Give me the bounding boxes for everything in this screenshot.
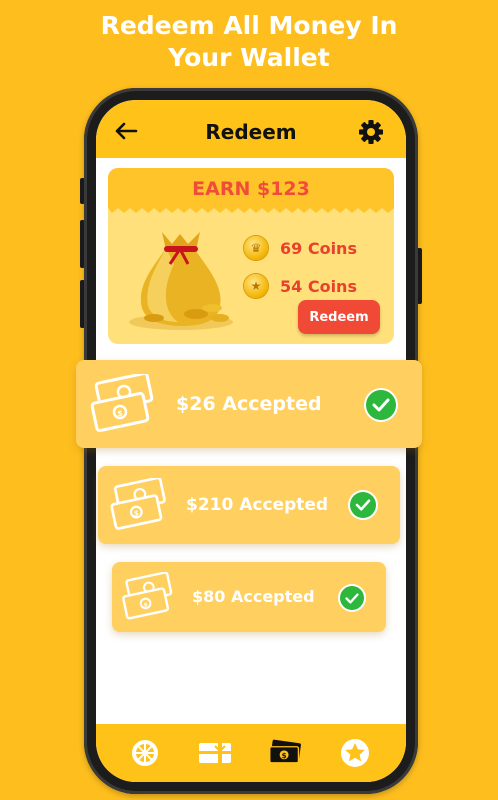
gift-card-icon: [199, 743, 231, 763]
headline: Redeem All Money In Your Wallet: [0, 10, 498, 74]
nav-tab-money[interactable]: $: [268, 736, 302, 770]
accepted-item[interactable]: $ $26 Accepted: [76, 360, 422, 448]
money-bag-icon: [129, 232, 233, 330]
gear-icon[interactable]: [358, 119, 384, 145]
bottom-nav: $: [96, 724, 406, 782]
nav-tab-star[interactable]: [338, 736, 372, 770]
accepted-amount: $210 Accepted: [186, 495, 329, 515]
svg-text:$: $: [143, 601, 148, 609]
svg-text:$: $: [117, 409, 123, 418]
earn-card: EARN $123 ♛ 69 Coins ★ 54 Coins Redeem: [108, 168, 394, 344]
crown-coin-icon: ♛: [244, 236, 268, 260]
check-icon: [338, 584, 366, 612]
accepted-amount: $80 Accepted: [192, 587, 315, 606]
money-icon: $: [122, 572, 173, 620]
redeem-button[interactable]: Redeem: [298, 300, 380, 334]
money-icon: $: [110, 478, 166, 530]
headline-line-1: Redeem All Money In: [100, 11, 398, 40]
money-icon: $: [90, 374, 154, 433]
check-icon: [348, 490, 378, 520]
coin-count: 69 Coins: [280, 238, 357, 258]
accepted-item[interactable]: $ $210 Accepted: [98, 466, 400, 544]
star-icon: [341, 739, 369, 767]
accepted-amount: $26 Accepted: [176, 393, 322, 415]
check-icon: [364, 388, 398, 422]
nav-tab-gift-card[interactable]: [198, 736, 232, 770]
nav-tab-wheel[interactable]: [128, 736, 162, 770]
svg-text:$: $: [134, 509, 139, 518]
wheel-icon: [132, 740, 158, 766]
coin-row: ♛ 69 Coins: [244, 234, 357, 262]
svg-text:$: $: [282, 751, 287, 760]
star-coin-icon: ★: [244, 274, 268, 298]
earn-title: EARN $123: [192, 178, 310, 200]
coin-row: ★ 54 Coins: [244, 272, 357, 300]
accepted-item[interactable]: $ $80 Accepted: [112, 562, 386, 632]
headline-line-2: Your Wallet: [168, 43, 330, 72]
coin-count: 54 Coins: [280, 276, 357, 296]
top-bar: Redeem: [96, 100, 406, 158]
zigzag-divider: [108, 204, 394, 213]
money-icon: $: [269, 739, 301, 764]
